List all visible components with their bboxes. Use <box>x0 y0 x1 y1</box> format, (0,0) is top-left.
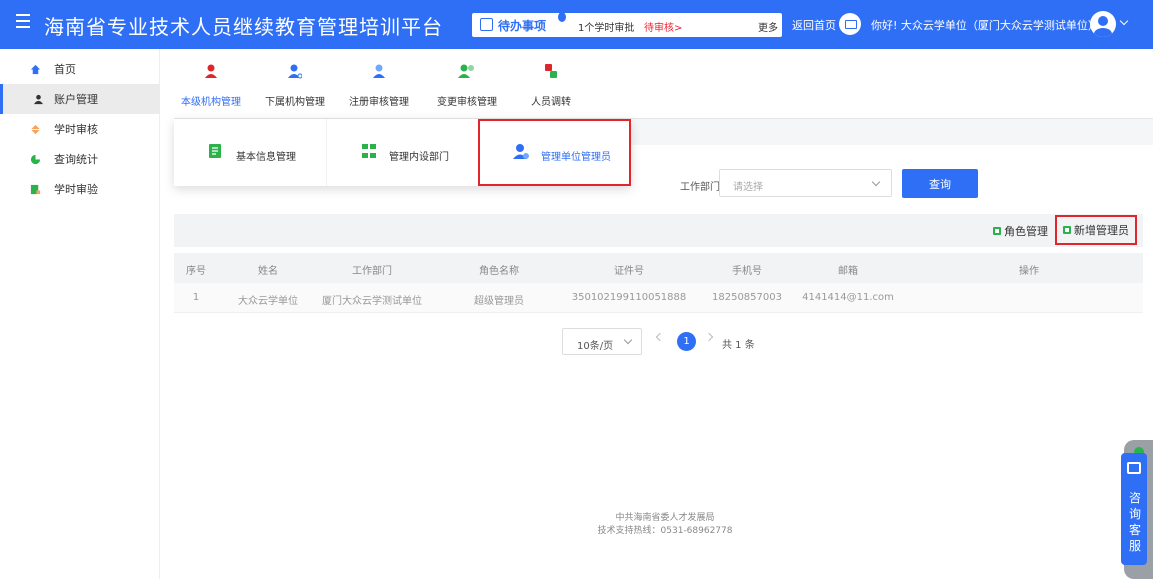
sidebar-item-statistics[interactable]: 查询统计 <box>0 144 160 174</box>
menu-item-label: 管理单位管理员 <box>541 152 611 163</box>
table-header: 序号 姓名 工作部门 角色名称 证件号 手机号 邮箱 操作 <box>174 253 1143 283</box>
sidebar-item-label: 学时审验 <box>54 183 98 196</box>
sidebar-item-hours-review[interactable]: 学时审核 <box>0 114 160 144</box>
back-home-link[interactable]: 返回首页 <box>792 17 836 33</box>
column-header: 手机号 <box>732 266 762 277</box>
chat-icon <box>1127 462 1141 474</box>
app-title: 海南省专业技术人员继续教育管理培训平台 <box>44 15 443 39</box>
menu-item-unit-admins[interactable]: 管理单位管理员 <box>478 119 631 186</box>
next-page-icon[interactable] <box>704 332 714 342</box>
todo-pending-link[interactable]: 待审核> <box>644 19 682 34</box>
notification-badge <box>558 12 566 22</box>
plus-square-icon <box>993 227 1001 235</box>
table-cell: 4141414@11.com <box>802 292 894 303</box>
department-icon <box>362 144 376 158</box>
select-placeholder: 请选择 <box>733 182 763 193</box>
top-header: 海南省专业技术人员继续教育管理培训平台 待办事项 1个学时审批 待审核> 更多 … <box>0 0 1153 49</box>
tab-registration-review[interactable]: 注册审核管理 <box>342 49 416 119</box>
department-filter-label: 工作部门 <box>680 182 720 193</box>
footer-hotline: 技术支持热线：0531-68962778 <box>597 526 733 536</box>
tab-personnel-transfer[interactable]: 人员调转 <box>514 49 588 119</box>
todo-label: 待办事项 <box>498 19 547 33</box>
sidebar-item-account[interactable]: 账户管理 <box>0 84 160 114</box>
column-header: 工作部门 <box>352 266 392 277</box>
todo-text: 1个学时审批 <box>578 23 635 34</box>
page-size-value: 10条/页 <box>577 341 614 352</box>
org-icon <box>205 64 217 78</box>
more-link[interactable]: 更多 <box>758 19 778 34</box>
customer-service-label: 咨询客服 <box>1128 491 1141 553</box>
menu-item-label: 管理内设部门 <box>389 152 449 163</box>
query-button[interactable]: 查询 <box>902 169 978 198</box>
user-icon <box>33 94 44 104</box>
chevron-down-icon <box>623 335 633 345</box>
admin-table: 序号 姓名 工作部门 角色名称 证件号 手机号 邮箱 操作 1 大众云学单位 厦… <box>174 253 1143 313</box>
table-cell: 18250857003 <box>712 292 782 303</box>
sidebar-item-label: 学时审核 <box>54 123 98 136</box>
tab-label: 本级机构管理 <box>181 97 241 108</box>
pagination-total: 共 1 条 <box>722 340 755 351</box>
add-admin-button[interactable]: 新增管理员 <box>1055 215 1137 245</box>
department-select[interactable]: 请选择 <box>719 169 892 197</box>
avatar[interactable] <box>1090 11 1116 37</box>
document-check-icon <box>30 184 41 194</box>
user-greeting: 你好! 大众云学单位（厦门大众云学测试单位） <box>871 19 1099 32</box>
table-cell: 350102199110051888 <box>571 292 687 303</box>
table-cell: 厦门大众云学测试单位 <box>322 296 422 307</box>
module-nav: 本级机构管理 下属机构管理 注册审核管理 变更审核管理 人员调转 <box>174 49 1153 119</box>
button-label: 新增管理员 <box>1074 224 1129 237</box>
table-cell: 1 <box>192 292 200 303</box>
plus-square-icon <box>1063 226 1071 234</box>
sidebar: 首页 账户管理 学时审核 查询统计 学时审验 <box>0 49 160 579</box>
prev-page-icon[interactable] <box>655 332 665 342</box>
page-footer: 中共海南省委人才发展局 技术支持热线：0531-68962778 <box>500 512 830 538</box>
chevron-down-icon[interactable] <box>1119 16 1129 26</box>
mail-icon[interactable] <box>839 13 861 35</box>
admin-user-icon <box>513 144 529 159</box>
edit-doc-icon <box>209 144 221 158</box>
diamond-icon <box>30 124 41 134</box>
tab-label: 变更审核管理 <box>437 97 497 108</box>
change-icon <box>458 64 474 78</box>
button-label: 角色管理 <box>1004 225 1048 238</box>
register-icon <box>373 64 385 78</box>
column-header: 操作 <box>1019 266 1039 277</box>
role-management-button[interactable]: 角色管理 <box>993 223 1048 239</box>
sub-org-icon <box>288 64 302 79</box>
transfer-icon <box>545 64 557 78</box>
table-cell: 超级管理员 <box>474 296 524 307</box>
column-header: 姓名 <box>258 266 278 277</box>
column-header: 序号 <box>186 266 206 277</box>
clock-icon <box>480 18 493 31</box>
sidebar-item-label: 账户管理 <box>54 93 98 106</box>
column-header: 角色名称 <box>479 266 519 277</box>
sidebar-item-hours-verify[interactable]: 学时审验 <box>0 174 160 204</box>
chevron-down-icon <box>871 177 881 187</box>
home-icon <box>30 64 41 74</box>
tab-change-review[interactable]: 变更审核管理 <box>430 49 504 119</box>
page-number-current[interactable]: 1 <box>677 332 696 351</box>
page-size-select[interactable]: 10条/页 <box>562 328 642 355</box>
sidebar-item-home[interactable]: 首页 <box>0 54 160 84</box>
sidebar-item-label: 查询统计 <box>54 153 98 166</box>
tab-sub-org-management[interactable]: 下属机构管理 <box>258 49 332 119</box>
column-header: 证件号 <box>614 266 644 277</box>
tab-label: 注册审核管理 <box>349 97 409 108</box>
footer-org: 中共海南省委人才发展局 <box>615 513 715 523</box>
todo-bar[interactable]: 待办事项 1个学时审批 待审核> 更多 <box>472 12 782 37</box>
column-header: 邮箱 <box>838 266 858 277</box>
table-row[interactable]: 1 大众云学单位 厦门大众云学测试单位 超级管理员 35010219911005… <box>174 283 1143 313</box>
tab-org-management[interactable]: 本级机构管理 <box>174 49 248 119</box>
tab-label: 下属机构管理 <box>265 97 325 108</box>
menu-icon[interactable] <box>16 14 32 30</box>
menu-item-label: 基本信息管理 <box>236 152 296 163</box>
pie-chart-icon <box>30 154 41 164</box>
tab-label: 人员调转 <box>531 97 571 108</box>
org-submenu-dropdown: 基本信息管理 管理内设部门 管理单位管理员 <box>174 119 631 186</box>
menu-item-departments[interactable]: 管理内设部门 <box>326 119 478 186</box>
sidebar-item-label: 首页 <box>54 63 76 76</box>
menu-item-basic-info[interactable]: 基本信息管理 <box>174 119 326 186</box>
table-cell: 大众云学单位 <box>238 296 298 307</box>
